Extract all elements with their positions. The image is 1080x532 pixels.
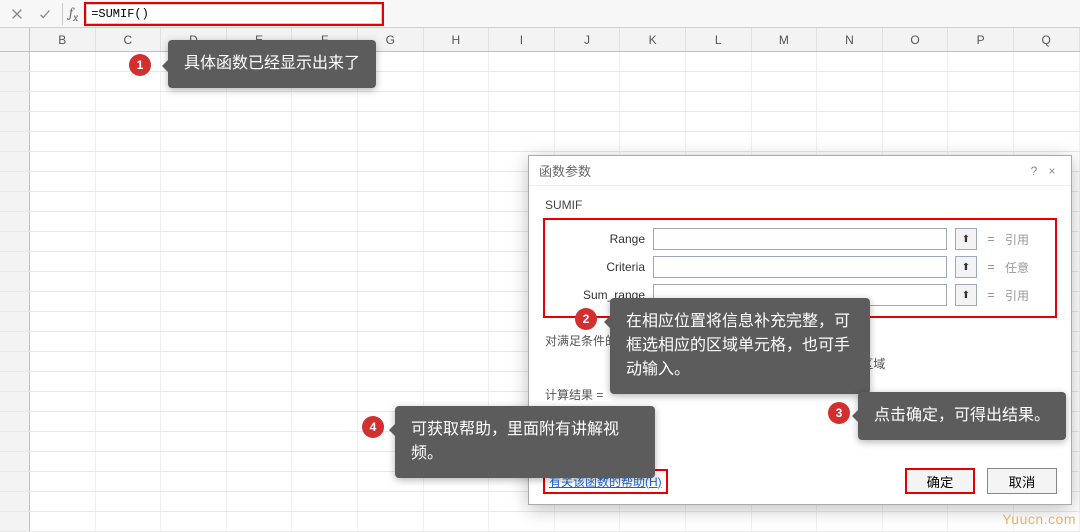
formula-bar: fx [0, 0, 1080, 28]
col-header[interactable]: Q [1014, 28, 1080, 51]
callout-text: 可获取帮助，里面附有讲解视频。 [411, 421, 619, 462]
function-name: SUMIF [545, 198, 1057, 212]
annotation-callout-4: 可获取帮助，里面附有讲解视频。 [395, 406, 655, 478]
col-header[interactable]: N [817, 28, 883, 51]
fx-icon[interactable]: fx [69, 4, 78, 24]
arg-row-range: Range ⬆ = 引用 [555, 228, 1045, 250]
callout-text: 具体函数已经显示出来了 [184, 55, 360, 72]
col-header[interactable]: K [620, 28, 686, 51]
cancel-button[interactable]: 取消 [987, 468, 1057, 494]
equals-sign: = [985, 232, 997, 246]
col-header[interactable]: L [686, 28, 752, 51]
col-header[interactable]: B [30, 28, 96, 51]
watermark: Yuucn.com [1002, 511, 1076, 527]
col-header[interactable]: C [96, 28, 162, 51]
annotation-badge-4: 4 [362, 416, 384, 438]
dialog-titlebar[interactable]: 函数参数 ? × [529, 156, 1071, 186]
arg-label: Criteria [555, 260, 645, 274]
arg-result: 引用 [1005, 231, 1045, 248]
arg-result: 任意 [1005, 259, 1045, 276]
close-icon[interactable]: × [1043, 164, 1061, 178]
col-header[interactable]: H [424, 28, 490, 51]
col-header[interactable]: J [555, 28, 621, 51]
range-picker-icon[interactable]: ⬆ [955, 284, 977, 306]
equals-sign: = [985, 260, 997, 274]
select-all-corner[interactable] [0, 28, 30, 51]
arg-row-criteria: Criteria ⬆ = 任意 [555, 256, 1045, 278]
arg-input-criteria[interactable] [653, 256, 947, 278]
arg-input-range[interactable] [653, 228, 947, 250]
col-header[interactable]: P [948, 28, 1014, 51]
equals-sign: = [985, 288, 997, 302]
col-header[interactable]: I [489, 28, 555, 51]
column-header-row: B C D E F G H I J K L M N O P Q [0, 28, 1080, 52]
dialog-title: 函数参数 [539, 161, 1025, 180]
col-header[interactable]: O [883, 28, 949, 51]
ok-button[interactable]: 确定 [905, 468, 975, 494]
enter-icon[interactable] [34, 3, 56, 25]
annotation-badge-2: 2 [575, 308, 597, 330]
annotation-badge-1: 1 [129, 54, 151, 76]
result-label: 计算结果 = [545, 388, 603, 402]
range-picker-icon[interactable]: ⬆ [955, 228, 977, 250]
formula-input[interactable] [86, 4, 382, 24]
formula-input-highlight [84, 2, 384, 26]
separator [62, 3, 63, 25]
cancel-icon[interactable] [6, 3, 28, 25]
arg-result: 引用 [1005, 287, 1045, 304]
annotation-badge-3: 3 [828, 402, 850, 424]
annotation-callout-3: 点击确定，可得出结果。 [858, 392, 1066, 440]
arg-label: Range [555, 232, 645, 246]
callout-text: 点击确定，可得出结果。 [874, 407, 1050, 424]
col-header[interactable]: M [752, 28, 818, 51]
annotation-callout-1: 具体函数已经显示出来了 [168, 40, 376, 88]
help-icon[interactable]: ? [1025, 164, 1043, 178]
annotation-callout-2: 在相应位置将信息补充完整，可框选相应的区域单元格，也可手动输入。 [610, 298, 870, 394]
callout-text: 在相应位置将信息补充完整，可框选相应的区域单元格，也可手动输入。 [626, 313, 850, 378]
range-picker-icon[interactable]: ⬆ [955, 256, 977, 278]
